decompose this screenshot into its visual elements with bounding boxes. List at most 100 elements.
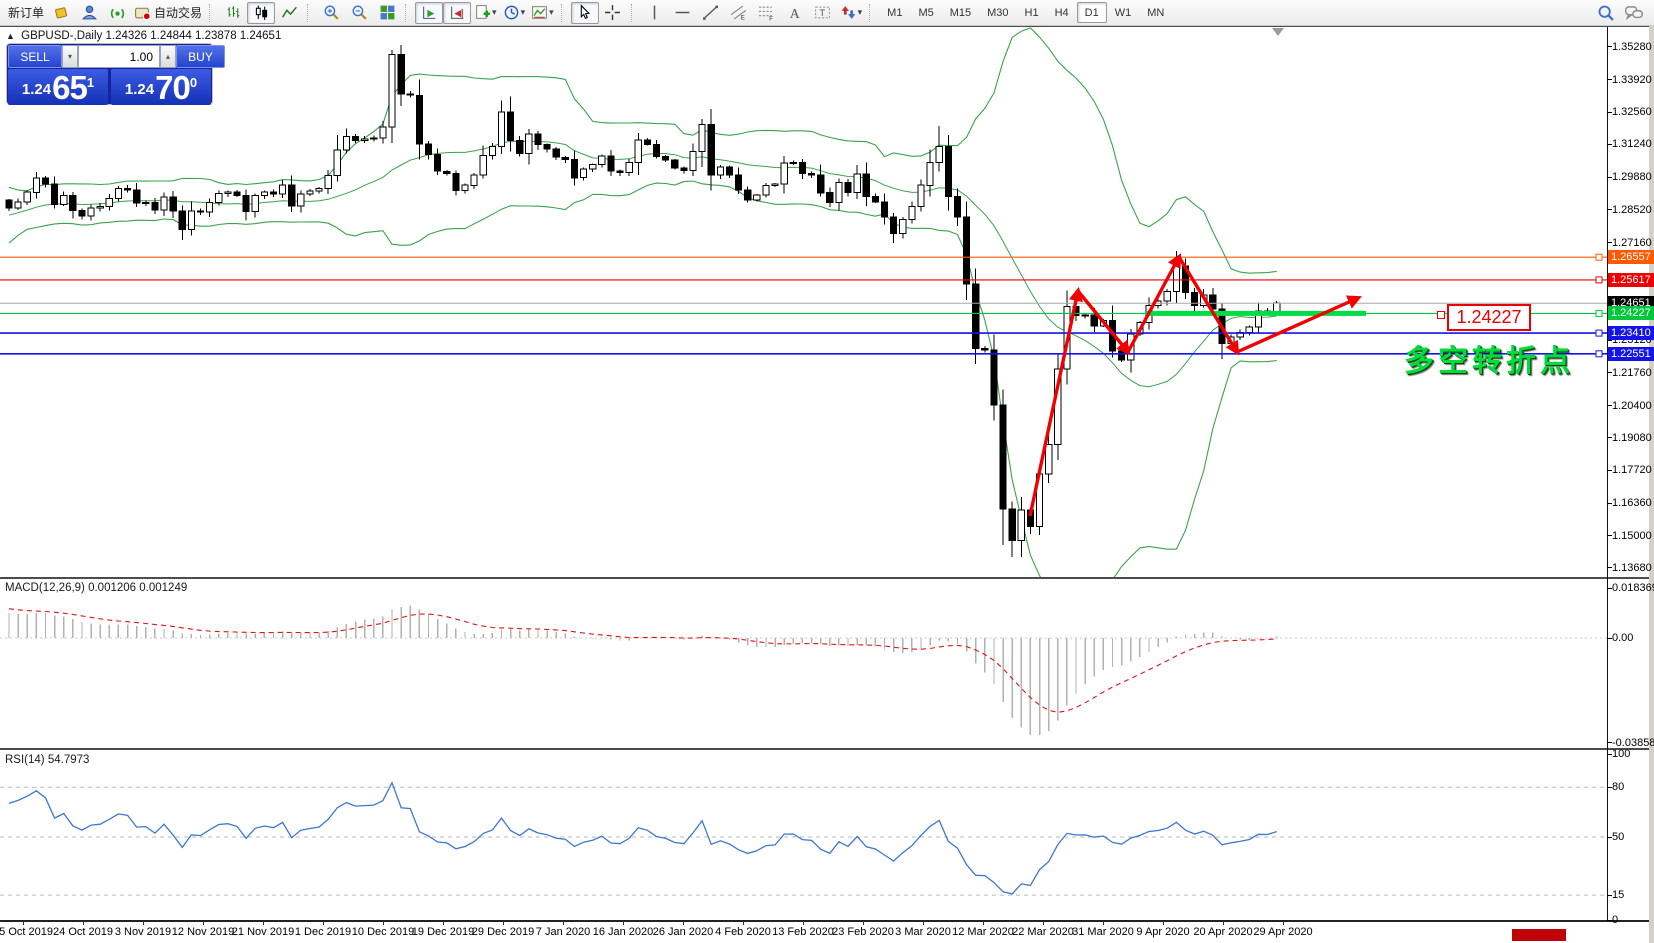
trend-arrow[interactable] <box>1030 291 1078 516</box>
date-label[interactable]: 22 Mar 2020 <box>1012 926 1074 938</box>
new-chart-icon <box>474 4 491 21</box>
text-label-tool[interactable]: T <box>809 2 837 24</box>
date-label[interactable]: 12 Mar 2020 <box>952 926 1014 938</box>
timeframes-clock-button[interactable]: ▾ <box>500 2 529 24</box>
signals-icon[interactable] <box>103 2 131 24</box>
cursor-icon[interactable] <box>571 2 599 24</box>
volume-up-button[interactable]: ▴ <box>160 45 176 68</box>
date-label[interactable]: 10 Dec 2019 <box>352 926 414 938</box>
timeframe-m1[interactable]: M1 <box>879 2 910 23</box>
date-label[interactable]: 1 Dec 2019 <box>295 926 351 938</box>
date-label[interactable]: 16 Jan 2020 <box>593 926 654 938</box>
date-tick <box>863 921 864 925</box>
date-label[interactable]: 7 Jan 2020 <box>536 926 590 938</box>
date-label[interactable]: 24 Oct 2019 <box>53 926 113 938</box>
rsi-tick-label: 15 <box>1612 888 1624 902</box>
buy-price-button[interactable]: 1.24 70 0 <box>111 69 211 105</box>
buy-button[interactable]: BUY <box>176 45 225 68</box>
date-label[interactable]: 20 Apr 2020 <box>1193 926 1252 938</box>
new-chart-button[interactable]: ▾ <box>471 2 500 24</box>
trend-arrow[interactable] <box>1078 291 1128 352</box>
text-tool[interactable]: A <box>781 2 809 24</box>
bar-chart-icon[interactable] <box>219 2 247 24</box>
auto-scroll-icon[interactable] <box>415 2 443 24</box>
horizontal-line-tool[interactable] <box>669 2 697 24</box>
timeframe-d1[interactable]: D1 <box>1077 2 1107 23</box>
level-anchor[interactable] <box>1596 330 1602 336</box>
candlestick-chart-icon[interactable] <box>247 2 275 24</box>
sell-price-button[interactable]: 1.24 65 1 <box>8 69 108 105</box>
channel-tool[interactable]: E <box>725 2 753 24</box>
zoom-in-icon[interactable] <box>317 2 345 24</box>
tiles-icon <box>379 4 396 21</box>
callout-handle[interactable] <box>1437 311 1445 319</box>
line-chart-icon[interactable] <box>275 2 303 24</box>
date-label[interactable]: 19 Dec 2019 <box>412 926 474 938</box>
signal-icon <box>109 4 126 21</box>
chat-icon[interactable] <box>1620 2 1648 24</box>
market-watch-icon[interactable] <box>47 2 75 24</box>
date-tick <box>923 921 924 925</box>
level-anchor[interactable] <box>1596 277 1602 283</box>
level-price-label: 1.26557 <box>1608 250 1654 264</box>
zoom-out-icon[interactable] <box>345 2 373 24</box>
date-label[interactable]: 3 Nov 2019 <box>115 926 171 938</box>
timeframe-h4[interactable]: H4 <box>1047 2 1077 23</box>
timeframe-w1[interactable]: W1 <box>1107 2 1140 23</box>
chart-shift-icon[interactable] <box>443 2 471 24</box>
rsi-value: 54.7973 <box>48 754 90 766</box>
trend-arrow[interactable] <box>1128 257 1179 352</box>
arrows-tool[interactable]: ▾ <box>837 2 866 24</box>
level-anchor[interactable] <box>1596 351 1602 357</box>
price-chart[interactable] <box>0 27 1607 577</box>
pivot-annotation-text[interactable]: 多空转折点 <box>1404 336 1574 380</box>
sell-button[interactable]: SELL <box>8 45 62 68</box>
date-label[interactable]: 13 Feb 2020 <box>772 926 834 938</box>
date-label[interactable]: 12 Nov 2019 <box>172 926 234 938</box>
timeframe-h1[interactable]: H1 <box>1017 2 1047 23</box>
timeframe-m30[interactable]: M30 <box>979 2 1016 23</box>
buy-price-pips: 70 <box>155 73 190 103</box>
rsi-pane[interactable] <box>0 751 1607 920</box>
auto-trading-button[interactable]: 自动交易 <box>131 2 205 24</box>
chart-shift-marker[interactable] <box>1272 28 1284 36</box>
timeframe-mn[interactable]: MN <box>1139 2 1172 23</box>
red-marker <box>1512 929 1566 941</box>
date-label[interactable]: 23 Feb 2020 <box>832 926 894 938</box>
fibonacci-tool[interactable]: F <box>753 2 781 24</box>
vertical-line-tool[interactable] <box>641 2 669 24</box>
date-label[interactable]: 3 Mar 2020 <box>895 926 951 938</box>
date-tick <box>983 921 984 925</box>
timeframe-m5[interactable]: M5 <box>910 2 941 23</box>
navigator-icon[interactable] <box>75 2 103 24</box>
volume-down-button[interactable]: ▾ <box>62 45 78 68</box>
chart-properties-icon[interactable]: ▾ <box>528 2 557 24</box>
price-callout-box[interactable]: 1.24227 <box>1447 304 1531 331</box>
macd-pane[interactable] <box>0 580 1607 748</box>
level-anchor[interactable] <box>1596 310 1602 316</box>
price-tick-label: 1.31240 <box>1612 137 1652 151</box>
volume-input[interactable]: 1.00 <box>78 45 160 68</box>
timeframe-toolbar: M1M5M15M30H1H4D1W1MN <box>877 0 1174 25</box>
date-label[interactable]: 9 Apr 2020 <box>1136 926 1189 938</box>
trend-arrow[interactable] <box>1179 257 1237 352</box>
level-price-label: 1.25617 <box>1608 273 1654 287</box>
date-label[interactable]: 21 Nov 2019 <box>232 926 294 938</box>
tile-windows-icon[interactable] <box>373 2 401 24</box>
date-label[interactable]: 31 Mar 2020 <box>1072 926 1134 938</box>
trendline-tool[interactable] <box>697 2 725 24</box>
date-label[interactable]: 15 Oct 2019 <box>0 926 53 938</box>
date-label[interactable]: 4 Feb 2020 <box>715 926 771 938</box>
date-label[interactable]: 26 Jan 2020 <box>653 926 714 938</box>
price-tick-label: 1.16360 <box>1612 496 1652 510</box>
new-order-button[interactable]: 新订单 <box>2 2 47 24</box>
level-anchor[interactable] <box>1596 254 1602 260</box>
collapse-arrow-icon[interactable]: ▲ <box>6 31 15 41</box>
timeframe-m15[interactable]: M15 <box>942 2 979 23</box>
search-icon[interactable] <box>1592 2 1620 24</box>
crosshair-icon[interactable] <box>599 2 627 24</box>
thick-support-segment[interactable] <box>1145 311 1366 316</box>
date-label[interactable]: 29 Dec 2019 <box>472 926 534 938</box>
shift-chart-icon <box>449 4 466 21</box>
date-label[interactable]: 29 Apr 2020 <box>1253 926 1312 938</box>
